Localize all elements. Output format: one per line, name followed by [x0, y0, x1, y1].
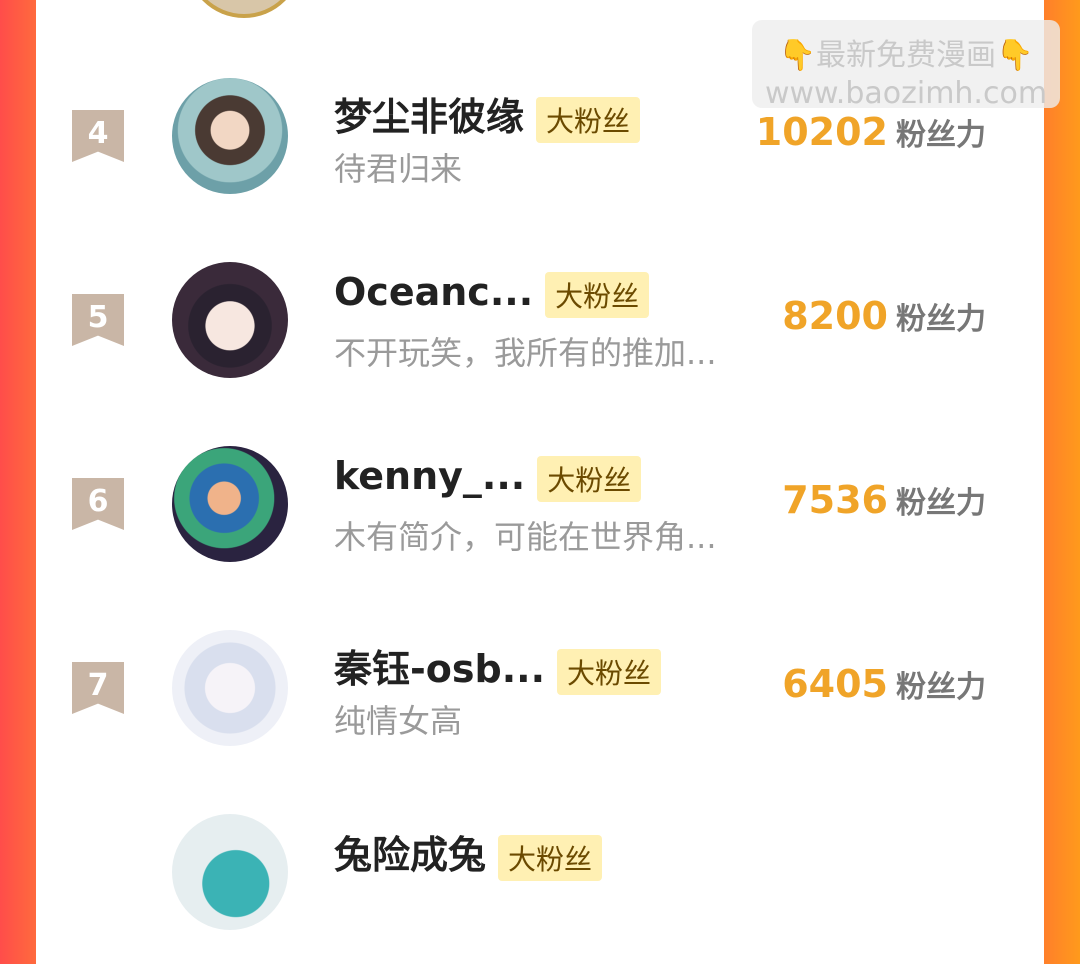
user-name[interactable]: 秦钰-osb... 大粉丝 [334, 638, 662, 695]
user-name[interactable]: kenny_... 大粉丝 [334, 454, 642, 502]
pointing-down-hand-icon: 👇 [996, 38, 1034, 73]
fan-level-badge: 大粉丝 [537, 455, 642, 502]
fan-power-score: 6405 粉丝力 [782, 662, 986, 706]
watermark-url: www.baozimh.com [764, 76, 1048, 111]
watermark: 👇最新免费漫画👇 www.baozimh.com [752, 20, 1060, 111]
score-unit: 粉丝力 [896, 302, 986, 337]
ranking-row[interactable]: 5 Oceanc... 大粉丝 不开玩笑，我所有的推加... 8200 粉丝力 [36, 262, 1044, 412]
rank-badge: 5 [72, 294, 124, 346]
user-name[interactable]: Oceanc... 大粉丝 [334, 270, 650, 318]
fan-level-badge: 大粉丝 [557, 648, 662, 695]
fan-ranking-panel: 4 梦尘非彼缘 大粉丝 待君归来 10202 粉丝力 5 Oceanc... 大粉丝 … [36, 0, 1044, 930]
score-unit: 粉丝力 [896, 118, 986, 153]
avatar[interactable] [172, 630, 288, 746]
rank-badge: 7 [72, 662, 124, 714]
fan-power-score: 7536 粉丝力 [782, 478, 986, 522]
user-name[interactable]: 兔险成兔 大粉丝 [334, 824, 603, 881]
fan-power-score: 10202 粉丝力 [756, 110, 986, 154]
ranking-row[interactable]: 6 kenny_... 大粉丝 木有简介，可能在世界角... 7536 粉丝力 [36, 446, 1044, 596]
rank-badge: 6 [72, 478, 124, 530]
user-bio: 待君归来 [334, 150, 463, 188]
fan-level-badge: 大粉丝 [498, 834, 603, 881]
avatar-top-partial[interactable] [186, 0, 302, 18]
user-name[interactable]: 梦尘非彼缘 大粉丝 [334, 86, 641, 143]
fan-level-badge: 大粉丝 [545, 271, 650, 318]
ranking-row[interactable]: 兔险成兔 大粉丝 [36, 814, 1044, 964]
ranking-row[interactable]: 7 秦钰-osb... 大粉丝 纯情女高 6405 粉丝力 [36, 630, 1044, 780]
fan-level-badge: 大粉丝 [536, 96, 641, 143]
score-value: 10202 [755, 110, 888, 154]
rank-badge: 4 [72, 110, 124, 162]
avatar[interactable] [172, 262, 288, 378]
user-bio: 木有简介，可能在世界角... [334, 518, 717, 556]
watermark-title: 👇最新免费漫画👇 [778, 38, 1034, 73]
score-unit: 粉丝力 [896, 486, 986, 521]
score-value: 8200 [782, 294, 888, 338]
score-value: 7536 [782, 478, 888, 522]
fan-power-score: 8200 粉丝力 [782, 294, 986, 338]
score-value: 6405 [782, 662, 888, 706]
user-bio: 不开玩笑，我所有的推加... [334, 334, 717, 372]
avatar[interactable] [172, 814, 288, 930]
pointing-down-hand-icon: 👇 [778, 38, 816, 73]
avatar[interactable] [172, 78, 288, 194]
user-bio: 纯情女高 [334, 702, 463, 740]
avatar[interactable] [172, 446, 288, 562]
score-unit: 粉丝力 [896, 670, 986, 705]
